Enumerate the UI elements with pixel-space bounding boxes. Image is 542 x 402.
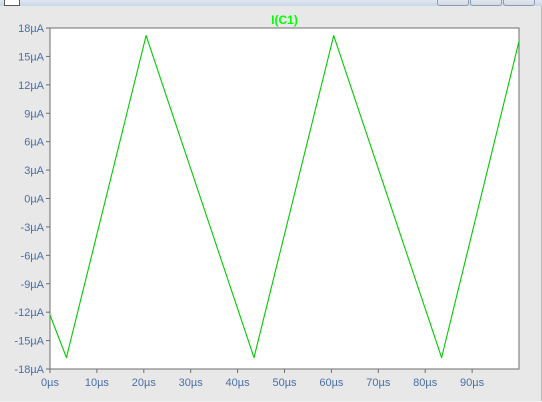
x-tick-label: 30µs	[179, 377, 204, 389]
chart-title[interactable]: I(C1)	[271, 13, 298, 27]
x-tick-label: 70µs	[366, 377, 391, 389]
y-tick-label: 18µA	[18, 23, 45, 35]
plot-area[interactable]	[49, 27, 520, 370]
y-axis: 18µA 15µA 12µA 9µA 6µA 3µA 0µA -3µA -6µA -9µA -12µ…	[14, 23, 50, 376]
waveform-panel: I(C1) 18µA 15µA 12µA 9µA 6µA 3µA 0µA -3µA -6µA -9…	[0, 6, 542, 401]
y-tick-label: 15µA	[18, 51, 45, 63]
waveform-chart: I(C1) 18µA 15µA 12µA 9µA 6µA 3µA 0µA -3µA -6µA -9…	[14, 13, 520, 389]
y-tick-label: 12µA	[18, 80, 45, 92]
y-tick-label: -9µA	[21, 279, 45, 291]
x-tick-label: 40µs	[226, 377, 251, 389]
x-tick-label: 60µs	[319, 377, 344, 389]
y-tick-label: -6µA	[21, 250, 45, 262]
y-tick-label: 3µA	[24, 165, 44, 177]
y-tick-label: 6µA	[24, 137, 44, 149]
x-tick-label: 50µs	[272, 377, 297, 389]
y-tick-label: -18µA	[14, 364, 44, 376]
y-tick-label: 9µA	[24, 108, 44, 120]
x-tick-label: 90µs	[460, 377, 485, 389]
y-tick-label: 0µA	[24, 194, 44, 206]
x-tick-label: 0µs	[41, 377, 59, 389]
x-tick-label: 10µs	[85, 377, 110, 389]
y-tick-label: -15µA	[14, 336, 44, 348]
x-tick-label: 20µs	[132, 377, 157, 389]
y-tick-label: -3µA	[21, 222, 45, 234]
x-tick-label: 80µs	[413, 377, 438, 389]
y-tick-label: -12µA	[14, 307, 44, 319]
x-axis: 0µs 10µs 20µs 30µs 40µs 50µs 60µs 70µs 80µs 90µs	[41, 369, 485, 389]
